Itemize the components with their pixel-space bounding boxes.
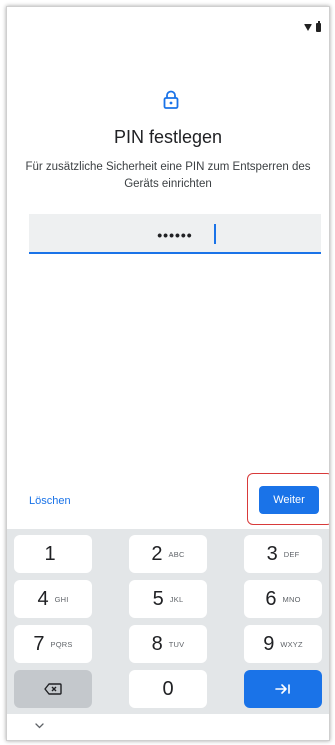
navigation-bar: [7, 714, 329, 740]
text-caret: [214, 224, 216, 244]
key-5[interactable]: 5 JKL: [129, 580, 207, 618]
chevron-down-icon[interactable]: [35, 723, 44, 729]
key-digit: 5: [152, 587, 164, 610]
key-digit: 3: [266, 542, 278, 565]
key-4[interactable]: 4 GHI: [14, 580, 92, 618]
key-8[interactable]: 8 TUV: [129, 625, 207, 663]
page-subtitle: Für zusätzliche Sicherheit eine PIN zum …: [25, 161, 311, 190]
phone-screen: PIN festlegen Für zusätzliche Sicherheit…: [6, 6, 330, 741]
status-bar: [304, 21, 321, 32]
numeric-keyboard: 1 2 ABC 3 DEF 4 GHI 5 JKL 6 MNO 7 PQRS 8…: [7, 529, 329, 714]
key-2[interactable]: 2 ABC: [129, 535, 207, 573]
key-letters: WXYZ: [280, 639, 303, 649]
key-6[interactable]: 6 MNO: [244, 580, 322, 618]
enter-key[interactable]: [244, 670, 322, 708]
key-letters: MNO: [282, 594, 301, 604]
lock-icon: [163, 90, 179, 109]
next-button[interactable]: Weiter: [259, 486, 319, 514]
key-3[interactable]: 3 DEF: [244, 535, 322, 573]
key-digit: 9: [263, 632, 275, 655]
key-9[interactable]: 9 WXYZ: [244, 625, 322, 663]
key-letters: TUV: [168, 639, 185, 649]
delete-button[interactable]: Löschen: [29, 495, 71, 507]
pin-input[interactable]: ••••••: [29, 214, 321, 254]
battery-icon: [316, 21, 321, 32]
key-letters: JKL: [169, 594, 184, 604]
next-key-icon: [275, 684, 290, 694]
key-digit: 0: [162, 677, 174, 700]
key-letters: GHI: [54, 594, 69, 604]
key-digit: 1: [44, 542, 56, 565]
key-0[interactable]: 0: [129, 670, 207, 708]
key-7[interactable]: 7 PQRS: [14, 625, 92, 663]
key-letters: PQRS: [50, 639, 73, 649]
key-digit: 6: [265, 587, 277, 610]
key-digit: 8: [151, 632, 163, 655]
key-1[interactable]: 1: [14, 535, 92, 573]
backspace-key[interactable]: [14, 670, 92, 708]
wifi-icon: [304, 24, 312, 31]
pin-input-value: ••••••: [157, 227, 193, 243]
backspace-icon: [44, 683, 62, 695]
page-title: PIN festlegen: [113, 127, 223, 147]
key-letters: DEF: [283, 549, 300, 559]
key-digit: 2: [151, 542, 163, 565]
key-digit: 7: [33, 632, 45, 655]
key-letters: ABC: [168, 549, 185, 559]
key-digit: 4: [37, 587, 49, 610]
